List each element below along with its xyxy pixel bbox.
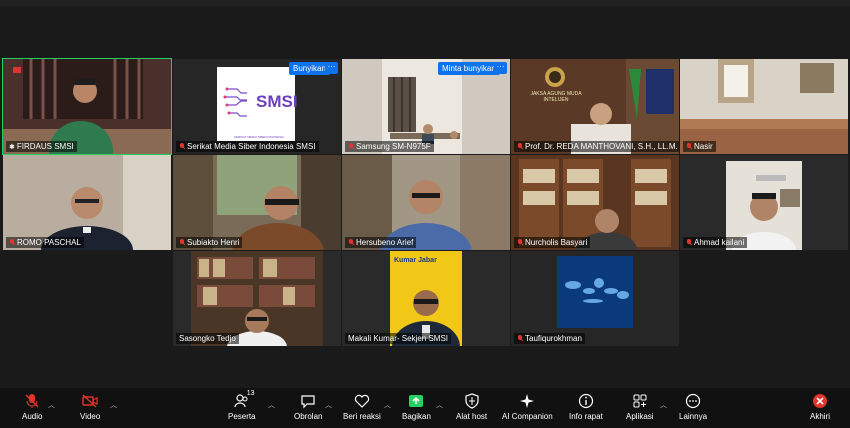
name-tag: Nurcholis Basyari <box>514 237 591 248</box>
share-screen-icon <box>409 395 424 407</box>
shield-icon <box>464 393 479 409</box>
pin-icon: ✱ <box>9 143 15 151</box>
chat-options-chevron-icon[interactable]: ︿ <box>325 400 332 410</box>
name-tag: Serikat Media Siber Indonesia SMSI <box>176 141 319 152</box>
participant-video-firdaus <box>3 59 171 154</box>
muted-mic-icon <box>517 239 523 246</box>
apps-button[interactable]: Aplikasi <box>626 392 654 421</box>
participant-video-ahmad-kailani <box>680 155 848 250</box>
unmute-request-badge[interactable]: Minta bunyikan <box>438 62 500 75</box>
video-tile-nurcholis[interactable]: Nurcholis Basyari <box>511 155 679 250</box>
video-tile-firdaus[interactable]: ✱ FIRDAUS SMSI <box>2 58 172 155</box>
video-tile-ahmad-kailani[interactable]: Ahmad kailani <box>680 155 848 250</box>
video-tile-romo-paschal[interactable]: ROMO PASCHAL <box>3 155 171 250</box>
chat-icon <box>301 395 315 409</box>
video-off-icon <box>82 394 98 408</box>
participant-video-nurcholis <box>511 155 679 250</box>
smsi-logo-text: SMSI <box>256 92 298 111</box>
name-tag: Nasir <box>683 141 716 152</box>
ai-companion-button[interactable]: AI Companion <box>502 392 553 421</box>
sparkle-icon <box>520 394 535 408</box>
video-button[interactable]: Video <box>80 392 100 421</box>
video-tile-makali-kumar[interactable]: Kumar Jabar Makali Kumar- Sekjen SMSI <box>342 251 510 346</box>
muted-mic-icon <box>179 143 185 150</box>
participants-button[interactable]: 13 Peserta <box>228 390 256 421</box>
name-tag: Prof. Dr. REDA MANTHOVANI, S.H., LL.M. <box>514 141 679 152</box>
participant-video-hersubeno <box>342 155 510 250</box>
host-tools-button[interactable]: Alat host <box>456 392 487 421</box>
video-options-chevron-icon[interactable]: ︿ <box>110 400 117 410</box>
more-icon <box>685 393 701 409</box>
muted-mic-icon <box>517 335 523 342</box>
participant-video-sasongko <box>173 251 341 346</box>
participants-options-chevron-icon[interactable]: ︿ <box>268 400 275 410</box>
muted-mic-icon <box>348 239 354 246</box>
unmute-request-badge[interactable]: Bunyikan <box>289 62 330 75</box>
leave-button[interactable]: Akhiri <box>810 392 830 421</box>
audio-options-chevron-icon[interactable]: ︿ <box>48 400 55 410</box>
video-tile-nasir[interactable]: Nasir <box>680 59 848 154</box>
background-banner-text: Kumar Jabar <box>394 257 437 264</box>
participant-video-taufiqurokhman <box>511 251 679 346</box>
share-options-chevron-icon[interactable]: ︿ <box>436 400 443 410</box>
muted-mic-icon <box>25 394 39 408</box>
more-button[interactable]: Lainnya <box>679 392 707 421</box>
video-tile-smsi[interactable]: SMSI SERIKAT MEDIA SIBER INDONESIA Bunyi… <box>173 59 341 154</box>
meeting-info-button[interactable]: Info rapat <box>569 392 603 421</box>
name-tag: Samsung SM-N975F <box>345 141 434 152</box>
name-tag: ROMO PASCHAL <box>6 237 84 248</box>
react-options-chevron-icon[interactable]: ︿ <box>384 400 391 410</box>
info-icon <box>578 393 594 409</box>
name-tag: Makali Kumar- Sekjen SMSI <box>345 333 452 344</box>
name-tag: Ahmad kailani <box>683 237 748 248</box>
chat-button[interactable]: Obrolan <box>294 392 322 421</box>
more-options-button[interactable]: ··· <box>325 62 338 74</box>
heart-icon <box>354 394 370 408</box>
video-tile-subiakto[interactable]: Subiakto Henri <box>173 155 341 250</box>
react-button[interactable]: Beri reaksi <box>343 392 381 421</box>
participant-video-romo-paschal <box>3 155 171 250</box>
video-tile-samsung[interactable]: Minta bunyikan ··· Samsung SM-N975F <box>342 59 510 154</box>
share-button[interactable]: Bagikan <box>402 392 431 421</box>
video-gallery: ✱ FIRDAUS SMSI SMSI SERIKAT MEDIA SIBER I… <box>0 6 850 388</box>
muted-mic-icon <box>348 143 354 150</box>
muted-mic-icon <box>686 239 692 246</box>
apps-icon <box>633 394 647 408</box>
participant-video-subiakto <box>173 155 341 250</box>
name-tag: ✱ FIRDAUS SMSI <box>6 141 77 152</box>
smsi-logo-subtitle: SERIKAT MEDIA SIBER INDONESIA <box>234 135 284 139</box>
participant-video-reda <box>511 59 679 154</box>
close-icon <box>813 394 827 408</box>
participants-count: 13 <box>246 390 255 397</box>
video-tile-taufiqurokhman[interactable]: Taufiqurokhman <box>511 251 679 346</box>
muted-mic-icon <box>517 143 523 150</box>
muted-mic-icon <box>686 143 692 150</box>
video-tile-reda[interactable]: JAKSA AGUNG MUDA INTELIJEN Prof. Dr. RED… <box>511 59 679 154</box>
audio-button[interactable]: Audio <box>22 392 42 421</box>
meeting-toolbar: Audio ︿ Video ︿ 13 Peserta ︿ Obrolan ︿ B… <box>0 388 850 428</box>
name-tag: Sasongko Tedjo <box>176 333 239 344</box>
muted-mic-icon <box>179 239 185 246</box>
participant-video-makali-kumar <box>342 251 510 346</box>
name-tag: Subiakto Henri <box>176 237 243 248</box>
participant-video-nasir <box>680 59 848 154</box>
video-tile-hersubeno[interactable]: Hersubeno Arief <box>342 155 510 250</box>
more-options-button[interactable]: ··· <box>494 62 507 74</box>
name-tag: Hersubeno Arief <box>345 237 417 248</box>
institution-wall-text: JAKSA AGUNG MUDA INTELIJEN <box>530 91 582 103</box>
muted-mic-icon <box>9 239 15 246</box>
name-tag: Taufiqurokhman <box>514 333 585 344</box>
video-tile-sasongko[interactable]: Sasongko Tedjo <box>173 251 341 346</box>
apps-options-chevron-icon[interactable]: ︿ <box>660 400 667 410</box>
